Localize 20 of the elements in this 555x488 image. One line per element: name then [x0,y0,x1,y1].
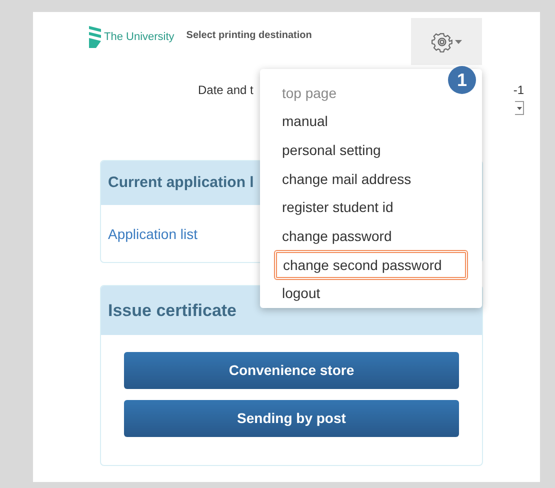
settings-icon [431,30,453,52]
application-list-link[interactable]: Application list [108,224,198,244]
menu-item[interactable]: register student id [282,197,394,218]
menu-item[interactable]: manual [282,111,328,132]
date-label: Date and t [198,82,254,99]
settings-menu-button[interactable] [411,18,482,65]
logo-icon [88,25,102,49]
certificate-button[interactable]: Convenience store [124,352,459,389]
card-title: Issue certificate [108,300,237,322]
certificate-button[interactable]: Sending by post [124,400,459,437]
menu-item[interactable]: personal setting [282,140,381,162]
page-title: Select printing destination [186,29,312,43]
date-value: -1 [513,82,524,99]
caret-icon [515,101,524,115]
logo-text: The University [104,30,174,45]
caret-icon [455,40,462,44]
card-title: Current application l [108,172,254,193]
menu-item[interactable]: change password [282,226,392,247]
menu-item[interactable]: logout [282,283,320,304]
menu-item[interactable]: change mail address [282,168,412,190]
